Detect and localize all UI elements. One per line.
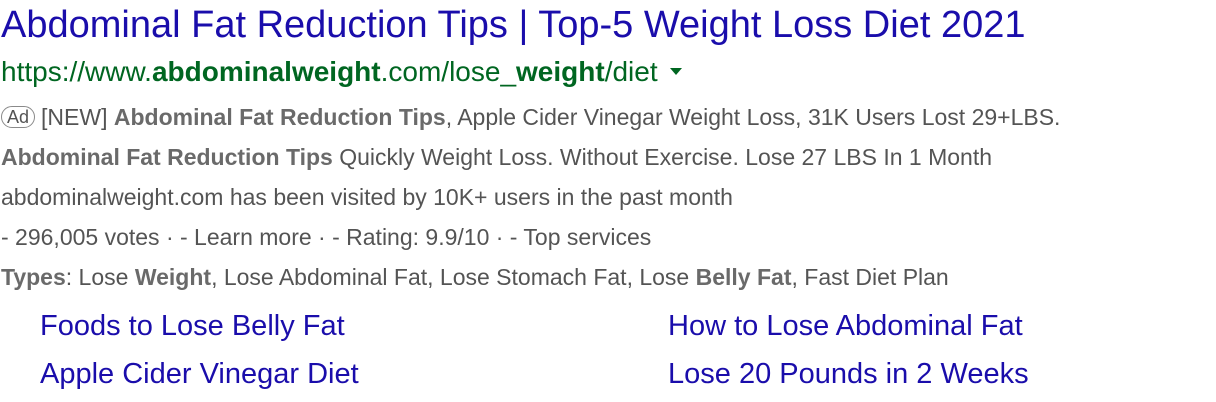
url-suffix: /diet: [604, 56, 658, 87]
sitelink-apple-cider-vinegar-diet[interactable]: Apple Cider Vinegar Diet: [40, 356, 359, 392]
desc1-prefix: [NEW]: [41, 104, 114, 130]
sitelink-lose-abdominal-fat[interactable]: How to Lose Abdominal Fat: [668, 308, 1023, 344]
ad-visits-line: abdominalweight.com has been visited by …: [1, 184, 733, 210]
desc2-bold: Abdominal Fat Reduction Tips: [1, 144, 333, 170]
types-label: Types: [1, 264, 66, 290]
ad-callouts-line: - 296,005 votes · - Learn more · - Ratin…: [1, 224, 652, 250]
ad-result: Abdominal Fat Reduction Tips | Top-5 Wei…: [0, 0, 1216, 402]
ad-display-url[interactable]: https://www.abdominalweight.com/lose_wei…: [1, 54, 682, 90]
sitelink-lose-20-pounds[interactable]: Lose 20 Pounds in 2 Weeks: [668, 356, 1029, 392]
types-p2: , Lose Abdominal Fat, Lose Stomach Fat, …: [211, 264, 696, 290]
types-p1: : Lose: [65, 264, 135, 290]
desc1-bold: Abdominal Fat Reduction Tips: [113, 104, 446, 130]
url-path: weight: [516, 56, 605, 87]
url-prefix: https://www.: [1, 56, 152, 87]
ad-types-line: Types: Lose Weight, Lose Abdominal Fat, …: [1, 262, 949, 292]
chevron-down-icon[interactable]: [669, 68, 682, 76]
types-p3: , Fast Diet Plan: [791, 264, 949, 290]
ad-badge: Ad: [1, 106, 36, 128]
ad-description-line-2: Abdominal Fat Reduction Tips Quickly Wei…: [1, 142, 992, 172]
sitelink-foods-belly-fat[interactable]: Foods to Lose Belly Fat: [40, 308, 345, 344]
ad-description-line-1: Ad [NEW] Abdominal Fat Reduction Tips, Ap…: [1, 102, 1060, 132]
desc1-rest: , Apple Cider Vinegar Weight Loss, 31K U…: [445, 104, 1061, 130]
desc2-rest: Quickly Weight Loss. Without Exercise. L…: [332, 144, 993, 170]
ad-title-link[interactable]: Abdominal Fat Reduction Tips | Top-5 Wei…: [1, 2, 1025, 48]
url-mid: .com/lose_: [380, 56, 517, 87]
types-b1: Weight: [134, 264, 212, 290]
types-b2: Belly Fat: [695, 264, 792, 290]
url-domain: abdominalweight: [151, 56, 381, 87]
